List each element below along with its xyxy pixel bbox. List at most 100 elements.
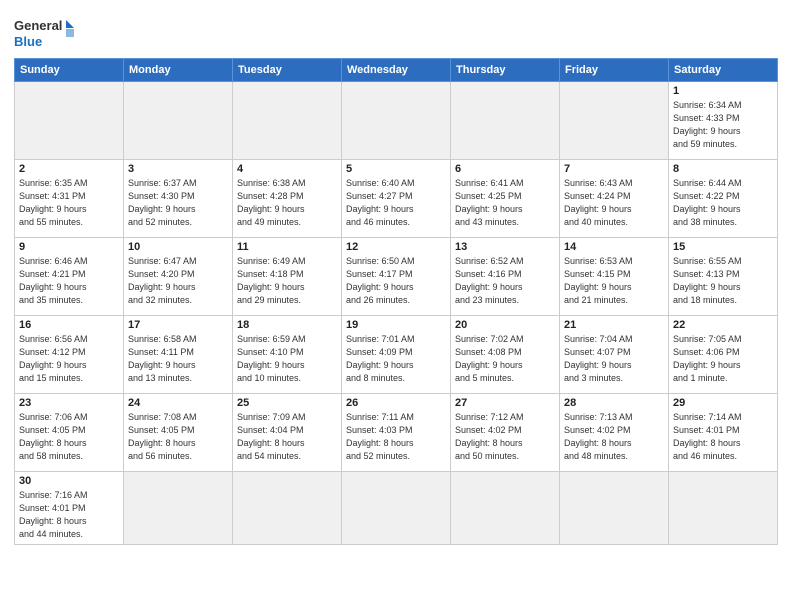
calendar-week-row: 1Sunrise: 6:34 AM Sunset: 4:33 PM Daylig… — [15, 82, 778, 160]
weekday-header-wednesday: Wednesday — [342, 59, 451, 82]
day-number: 28 — [564, 397, 664, 409]
calendar-cell: 1Sunrise: 6:34 AM Sunset: 4:33 PM Daylig… — [669, 82, 778, 160]
calendar-cell: 11 Sunrise: 6:49 AM Sunset: 4:18 PM Dayli… — [233, 238, 342, 316]
day-info: Sunrise: 7:14 AM Sunset: 4:01 PM Dayligh… — [673, 411, 773, 463]
calendar-cell — [233, 82, 342, 160]
day-number: 27 — [455, 397, 555, 409]
day-number: 21 — [564, 319, 664, 331]
calendar-cell: 4Sunrise: 6:38 AM Sunset: 4:28 PM Daylig… — [233, 160, 342, 238]
calendar-cell: 5Sunrise: 6:40 AM Sunset: 4:27 PM Daylig… — [342, 160, 451, 238]
weekday-header-sunday: Sunday — [15, 59, 124, 82]
weekday-header-saturday: Saturday — [669, 59, 778, 82]
day-info: Sunrise: 7:16 AM Sunset: 4:01 PM Dayligh… — [19, 489, 119, 541]
calendar-cell: 2Sunrise: 6:35 AM Sunset: 4:31 PM Daylig… — [15, 160, 124, 238]
day-info: Sunrise: 6:59 AM Sunset: 4:10 PM Dayligh… — [237, 333, 337, 385]
day-info: Sunrise: 6:38 AM Sunset: 4:28 PM Dayligh… — [237, 177, 337, 229]
calendar-cell: 10 Sunrise: 6:47 AM Sunset: 4:20 PM Dayli… — [124, 238, 233, 316]
day-number: 26 — [346, 397, 446, 409]
calendar-cell — [342, 472, 451, 545]
calendar-cell: 16Sunrise: 6:56 AM Sunset: 4:12 PM Dayli… — [15, 316, 124, 394]
day-number: 12 — [346, 241, 446, 253]
day-info: Sunrise: 6:43 AM Sunset: 4:24 PM Dayligh… — [564, 177, 664, 229]
day-info: Sunrise: 7:05 AM Sunset: 4:06 PM Dayligh… — [673, 333, 773, 385]
calendar-cell: 24Sunrise: 7:08 AM Sunset: 4:05 PM Dayli… — [124, 394, 233, 472]
calendar-cell: 12 Sunrise: 6:50 AM Sunset: 4:17 PM Dayli… — [342, 238, 451, 316]
day-info: Sunrise: 7:02 AM Sunset: 4:08 PM Dayligh… — [455, 333, 555, 385]
day-info: Sunrise: 7:13 AM Sunset: 4:02 PM Dayligh… — [564, 411, 664, 463]
calendar-cell: 27 Sunrise: 7:12 AM Sunset: 4:02 PM Dayli… — [451, 394, 560, 472]
calendar-week-row: 23 Sunrise: 7:06 AM Sunset: 4:05 PM Dayli… — [15, 394, 778, 472]
day-number: 17 — [128, 319, 228, 331]
calendar-cell: 18 Sunrise: 6:59 AM Sunset: 4:10 PM Dayli… — [233, 316, 342, 394]
calendar-cell: 21Sunrise: 7:04 AM Sunset: 4:07 PM Dayli… — [560, 316, 669, 394]
day-info: Sunrise: 6:35 AM Sunset: 4:31 PM Dayligh… — [19, 177, 119, 229]
calendar-cell: 17 Sunrise: 6:58 AM Sunset: 4:11 PM Dayli… — [124, 316, 233, 394]
day-info: Sunrise: 6:53 AM Sunset: 4:15 PM Dayligh… — [564, 255, 664, 307]
svg-text:Blue: Blue — [14, 34, 42, 49]
calendar-cell: 14 Sunrise: 6:53 AM Sunset: 4:15 PM Dayli… — [560, 238, 669, 316]
calendar-cell — [124, 472, 233, 545]
day-info: Sunrise: 6:49 AM Sunset: 4:18 PM Dayligh… — [237, 255, 337, 307]
day-info: Sunrise: 6:37 AM Sunset: 4:30 PM Dayligh… — [128, 177, 228, 229]
calendar-week-row: 9Sunrise: 6:46 AM Sunset: 4:21 PM Daylig… — [15, 238, 778, 316]
weekday-header-tuesday: Tuesday — [233, 59, 342, 82]
calendar-cell — [560, 472, 669, 545]
day-number: 18 — [237, 319, 337, 331]
calendar-table: SundayMondayTuesdayWednesdayThursdayFrid… — [14, 58, 778, 545]
calendar-cell: 6 Sunrise: 6:41 AM Sunset: 4:25 PM Daylig… — [451, 160, 560, 238]
day-info: Sunrise: 7:11 AM Sunset: 4:03 PM Dayligh… — [346, 411, 446, 463]
day-number: 10 — [128, 241, 228, 253]
day-info: Sunrise: 6:47 AM Sunset: 4:20 PM Dayligh… — [128, 255, 228, 307]
calendar-cell: 22 Sunrise: 7:05 AM Sunset: 4:06 PM Dayli… — [669, 316, 778, 394]
day-number: 25 — [237, 397, 337, 409]
calendar-cell — [124, 82, 233, 160]
calendar-cell: 26 Sunrise: 7:11 AM Sunset: 4:03 PM Dayli… — [342, 394, 451, 472]
day-number: 9 — [19, 241, 119, 253]
calendar-cell: 30 Sunrise: 7:16 AM Sunset: 4:01 PM Dayli… — [15, 472, 124, 545]
calendar-cell: 8Sunrise: 6:44 AM Sunset: 4:22 PM Daylig… — [669, 160, 778, 238]
calendar-week-row: 16Sunrise: 6:56 AM Sunset: 4:12 PM Dayli… — [15, 316, 778, 394]
weekday-header-friday: Friday — [560, 59, 669, 82]
day-info: Sunrise: 6:58 AM Sunset: 4:11 PM Dayligh… — [128, 333, 228, 385]
logo-svg: General Blue — [14, 16, 74, 52]
calendar-cell: 9Sunrise: 6:46 AM Sunset: 4:21 PM Daylig… — [15, 238, 124, 316]
day-number: 30 — [19, 475, 119, 487]
calendar-cell: 19Sunrise: 7:01 AM Sunset: 4:09 PM Dayli… — [342, 316, 451, 394]
day-info: Sunrise: 7:12 AM Sunset: 4:02 PM Dayligh… — [455, 411, 555, 463]
calendar-cell: 15 Sunrise: 6:55 AM Sunset: 4:13 PM Dayli… — [669, 238, 778, 316]
calendar-cell: 7 Sunrise: 6:43 AM Sunset: 4:24 PM Daylig… — [560, 160, 669, 238]
calendar-cell: 25 Sunrise: 7:09 AM Sunset: 4:04 PM Dayli… — [233, 394, 342, 472]
calendar-cell — [669, 472, 778, 545]
day-info: Sunrise: 6:56 AM Sunset: 4:12 PM Dayligh… — [19, 333, 119, 385]
day-info: Sunrise: 7:08 AM Sunset: 4:05 PM Dayligh… — [128, 411, 228, 463]
calendar-cell — [15, 82, 124, 160]
calendar-cell — [451, 472, 560, 545]
day-number: 23 — [19, 397, 119, 409]
calendar-cell — [560, 82, 669, 160]
day-info: Sunrise: 6:55 AM Sunset: 4:13 PM Dayligh… — [673, 255, 773, 307]
day-number: 11 — [237, 241, 337, 253]
day-number: 3 — [128, 163, 228, 175]
calendar-cell — [451, 82, 560, 160]
day-number: 7 — [564, 163, 664, 175]
calendar-cell: 29Sunrise: 7:14 AM Sunset: 4:01 PM Dayli… — [669, 394, 778, 472]
day-info: Sunrise: 7:09 AM Sunset: 4:04 PM Dayligh… — [237, 411, 337, 463]
calendar-cell: 20 Sunrise: 7:02 AM Sunset: 4:08 PM Dayli… — [451, 316, 560, 394]
day-info: Sunrise: 6:44 AM Sunset: 4:22 PM Dayligh… — [673, 177, 773, 229]
day-number: 5 — [346, 163, 446, 175]
day-info: Sunrise: 6:41 AM Sunset: 4:25 PM Dayligh… — [455, 177, 555, 229]
day-info: Sunrise: 6:50 AM Sunset: 4:17 PM Dayligh… — [346, 255, 446, 307]
svg-text:General: General — [14, 18, 62, 33]
weekday-header-thursday: Thursday — [451, 59, 560, 82]
day-info: Sunrise: 6:34 AM Sunset: 4:33 PM Dayligh… — [673, 99, 773, 151]
day-number: 20 — [455, 319, 555, 331]
day-info: Sunrise: 7:06 AM Sunset: 4:05 PM Dayligh… — [19, 411, 119, 463]
calendar-week-row: 2Sunrise: 6:35 AM Sunset: 4:31 PM Daylig… — [15, 160, 778, 238]
weekday-header-monday: Monday — [124, 59, 233, 82]
calendar-cell: 3 Sunrise: 6:37 AM Sunset: 4:30 PM Daylig… — [124, 160, 233, 238]
day-number: 6 — [455, 163, 555, 175]
day-number: 14 — [564, 241, 664, 253]
day-number: 22 — [673, 319, 773, 331]
day-number: 15 — [673, 241, 773, 253]
calendar-cell: 13Sunrise: 6:52 AM Sunset: 4:16 PM Dayli… — [451, 238, 560, 316]
